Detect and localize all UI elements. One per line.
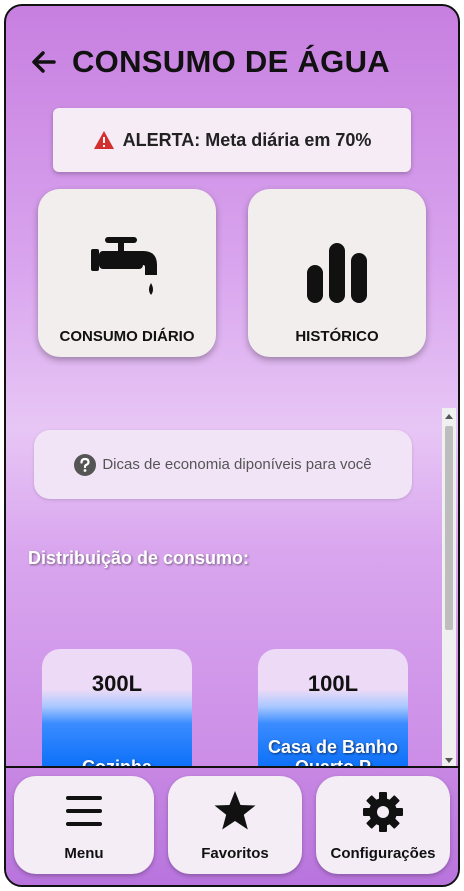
alert-banner: ALERTA: Meta diária em 70% [53, 108, 411, 172]
gear-icon [363, 792, 403, 832]
daily-consumption-button[interactable]: CONSUMO DIÁRIO [38, 189, 216, 357]
arrow-left-icon[interactable] [28, 46, 60, 78]
nav-settings-label: Configurações [330, 845, 436, 862]
distribution-title: Distribuição de consumo: [28, 548, 250, 568]
bar-value: 100L [307, 671, 359, 696]
bar-label: Casa de Banho Quarto P [267, 737, 399, 769]
consumption-bar-bathroom[interactable]: 100L Casa de Banho Quarto P [258, 649, 408, 769]
nav-favorites-button[interactable]: Favoritos [168, 776, 302, 874]
history-button[interactable]: HISTÓRICO [248, 189, 426, 357]
bar-chart-icon [307, 243, 367, 303]
tips-text: Dicas de economia diponíveis para você [102, 456, 372, 473]
nav-menu-button[interactable]: Menu [14, 776, 154, 874]
scroll-down-arrow-icon[interactable] [445, 758, 453, 763]
bottom-navigation: Menu Favoritos Configurações [6, 766, 458, 885]
tips-button[interactable]: Dicas de economia diponíveis para você [34, 430, 412, 499]
faucet-icon [91, 237, 157, 295]
history-label: HISTÓRICO [295, 328, 379, 345]
nav-menu-label: Menu [64, 845, 104, 862]
hamburger-icon [66, 796, 102, 826]
consumption-bar-kitchen[interactable]: 300L Cozinha [42, 649, 192, 769]
help-circle-icon [74, 453, 97, 476]
header: CONSUMO DE ÁGUA [28, 40, 390, 84]
scroll-thumb[interactable] [445, 426, 453, 630]
daily-consumption-label: CONSUMO DIÁRIO [59, 328, 195, 345]
nav-favorites-label: Favoritos [201, 845, 269, 862]
alert-text: ALERTA: Meta diária em 70% [122, 129, 372, 150]
page-title: CONSUMO DE ÁGUA [72, 44, 390, 79]
scroll-up-arrow-icon[interactable] [445, 414, 453, 419]
phone-screen: CONSUMO DE ÁGUA ALERTA: Meta diária em 7… [4, 4, 460, 887]
warning-icon [93, 131, 114, 149]
star-icon [214, 791, 256, 830]
scrollbar[interactable] [442, 408, 456, 768]
bar-value: 300L [91, 671, 143, 696]
nav-settings-button[interactable]: Configurações [316, 776, 450, 874]
